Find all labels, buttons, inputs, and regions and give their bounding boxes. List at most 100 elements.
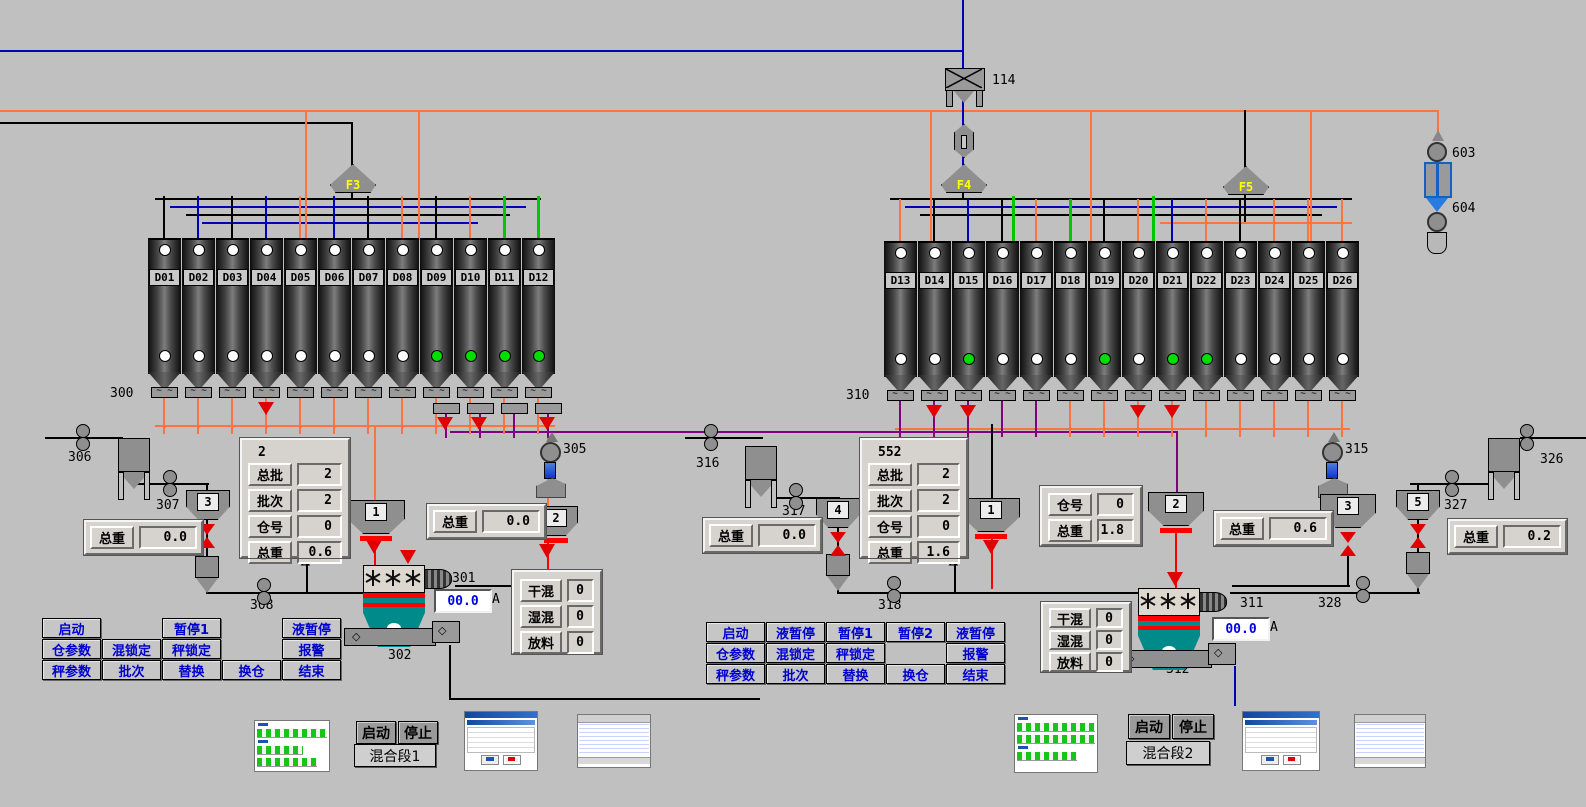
scale-hopper-3-left[interactable]: 3 bbox=[186, 490, 230, 520]
control-button[interactable]: 换仓 bbox=[222, 660, 281, 680]
mini-table-window[interactable] bbox=[1354, 714, 1426, 768]
mixer1-start-button[interactable]: 启动 bbox=[356, 721, 396, 744]
silo-offset-discharge-valve-icon[interactable] bbox=[539, 417, 555, 430]
silo[interactable]: D13 bbox=[884, 241, 917, 401]
control-button[interactable]: 秤参数 bbox=[42, 660, 101, 680]
silo-discharge-valve-icon[interactable] bbox=[960, 405, 976, 418]
mini-table-window[interactable] bbox=[577, 714, 651, 768]
silo-screw-feeder[interactable] bbox=[253, 387, 280, 398]
silo[interactable]: D08 bbox=[386, 238, 419, 398]
silo[interactable]: D24 bbox=[1258, 241, 1291, 401]
silo[interactable]: D25 bbox=[1292, 241, 1325, 401]
silo[interactable]: D11 bbox=[488, 238, 521, 398]
silo-screw-feeder[interactable] bbox=[423, 387, 450, 398]
rotary-feeder-328[interactable] bbox=[1355, 576, 1371, 604]
mixer1-stop-button[interactable]: 停止 bbox=[398, 721, 438, 744]
silo-screw-feeder[interactable] bbox=[1125, 390, 1152, 401]
control-button[interactable]: 秤参数 bbox=[706, 664, 765, 684]
control-button[interactable]: 批次 bbox=[766, 664, 825, 684]
rotary-feeder-308[interactable] bbox=[256, 578, 272, 606]
silo-screw-feeder[interactable] bbox=[1329, 390, 1356, 401]
silo-screw-feeder[interactable] bbox=[1023, 390, 1050, 401]
rotary-feeder-316[interactable] bbox=[703, 424, 719, 452]
cyclone[interactable] bbox=[1488, 438, 1520, 504]
discharge-valve-icon[interactable] bbox=[983, 540, 999, 554]
rotary-feeder-306[interactable] bbox=[75, 424, 91, 452]
silo[interactable]: D02 bbox=[182, 238, 215, 398]
discharge-valve-icon[interactable] bbox=[539, 544, 555, 558]
silo-screw-feeder[interactable] bbox=[151, 387, 178, 398]
silo-screw-feeder[interactable] bbox=[1295, 390, 1322, 401]
mini-dialog-window[interactable] bbox=[1242, 711, 1320, 771]
silo-screw-feeder[interactable] bbox=[955, 390, 982, 401]
silo[interactable]: D19 bbox=[1088, 241, 1121, 401]
control-button[interactable]: 替换 bbox=[162, 660, 221, 680]
funnel-f3[interactable]: F3 bbox=[330, 164, 376, 193]
control-button[interactable]: 暂停1 bbox=[826, 622, 885, 642]
scale-hopper-5-right[interactable]: 5 bbox=[1396, 490, 1440, 520]
silo-screw-feeder[interactable] bbox=[1227, 390, 1254, 401]
silo-screw-feeder[interactable] bbox=[887, 390, 914, 401]
silo-screw-feeder[interactable] bbox=[287, 387, 314, 398]
silo[interactable]: D15 bbox=[952, 241, 985, 401]
discharge-valve-icon[interactable] bbox=[1167, 572, 1183, 586]
scale-hopper-1-left[interactable]: 1 bbox=[347, 500, 405, 534]
silo-offset-discharge-valve-icon[interactable] bbox=[471, 417, 487, 430]
mini-dialog-window[interactable] bbox=[464, 711, 538, 771]
silo[interactable]: D20 bbox=[1122, 241, 1155, 401]
control-button[interactable]: 液暂停 bbox=[766, 622, 825, 642]
surge-hopper[interactable] bbox=[1406, 552, 1430, 590]
silo-screw-feeder[interactable] bbox=[457, 387, 484, 398]
silo-discharge-valve-icon[interactable] bbox=[1130, 405, 1146, 418]
rotary-feeder-307[interactable] bbox=[162, 470, 178, 498]
silo[interactable]: D17 bbox=[1020, 241, 1053, 401]
silo-offset-feeder[interactable] bbox=[433, 403, 460, 414]
silo-offset-feeder[interactable] bbox=[467, 403, 494, 414]
pinch-valve-icon[interactable] bbox=[1340, 532, 1356, 556]
silo-screw-feeder[interactable] bbox=[1193, 390, 1220, 401]
silo[interactable]: D01 bbox=[148, 238, 181, 398]
control-button[interactable]: 仓参数 bbox=[42, 639, 101, 659]
cyclone[interactable] bbox=[745, 446, 777, 512]
silo-screw-feeder[interactable] bbox=[525, 387, 552, 398]
rotary-feeder-326[interactable] bbox=[1519, 424, 1535, 452]
control-button[interactable]: 换仓 bbox=[886, 664, 945, 684]
silo-offset-feeder[interactable] bbox=[501, 403, 528, 414]
control-button[interactable]: 液暂停 bbox=[946, 622, 1005, 642]
scale-hopper-2-right[interactable]: 2 bbox=[1148, 492, 1204, 526]
silo[interactable]: D10 bbox=[454, 238, 487, 398]
silo[interactable]: D07 bbox=[352, 238, 385, 398]
surge-hopper[interactable] bbox=[195, 556, 219, 594]
silo-screw-feeder[interactable] bbox=[355, 387, 382, 398]
silo[interactable]: D12 bbox=[522, 238, 555, 398]
silo[interactable]: D23 bbox=[1224, 241, 1257, 401]
silo-screw-feeder[interactable] bbox=[219, 387, 246, 398]
silo[interactable]: D18 bbox=[1054, 241, 1087, 401]
silo[interactable]: D03 bbox=[216, 238, 249, 398]
control-button[interactable]: 替换 bbox=[826, 664, 885, 684]
silo-screw-feeder[interactable] bbox=[185, 387, 212, 398]
scale-hopper-1-right[interactable]: 1 bbox=[962, 498, 1020, 532]
silo-screw-feeder[interactable] bbox=[491, 387, 518, 398]
pinch-valve-icon[interactable] bbox=[830, 532, 846, 556]
silo-screw-feeder[interactable] bbox=[1057, 390, 1084, 401]
inline-valve[interactable] bbox=[954, 124, 974, 158]
scale-hopper-4-mid[interactable]: 4 bbox=[816, 498, 860, 528]
cyclone[interactable] bbox=[118, 438, 150, 504]
silo-discharge-valve-icon[interactable] bbox=[258, 402, 274, 415]
silo-discharge-valve-icon[interactable] bbox=[926, 405, 942, 418]
silo[interactable]: D26 bbox=[1326, 241, 1359, 401]
discharge-valve-icon[interactable] bbox=[400, 550, 416, 564]
mixer2-start-button[interactable]: 启动 bbox=[1128, 714, 1170, 739]
mini-status-window[interactable] bbox=[254, 720, 330, 772]
rotary-feeder-317[interactable] bbox=[788, 483, 804, 511]
control-button[interactable]: 结束 bbox=[946, 664, 1005, 684]
silo-screw-feeder[interactable] bbox=[1091, 390, 1118, 401]
control-button[interactable]: 仓参数 bbox=[706, 643, 765, 663]
mixer1-section-button[interactable]: 混合段1 bbox=[354, 744, 436, 767]
funnel-f5[interactable]: F5 bbox=[1223, 166, 1269, 195]
silo-screw-feeder[interactable] bbox=[1159, 390, 1186, 401]
silo[interactable]: D06 bbox=[318, 238, 351, 398]
silo[interactable]: D14 bbox=[918, 241, 951, 401]
control-button[interactable]: 结束 bbox=[282, 660, 341, 680]
